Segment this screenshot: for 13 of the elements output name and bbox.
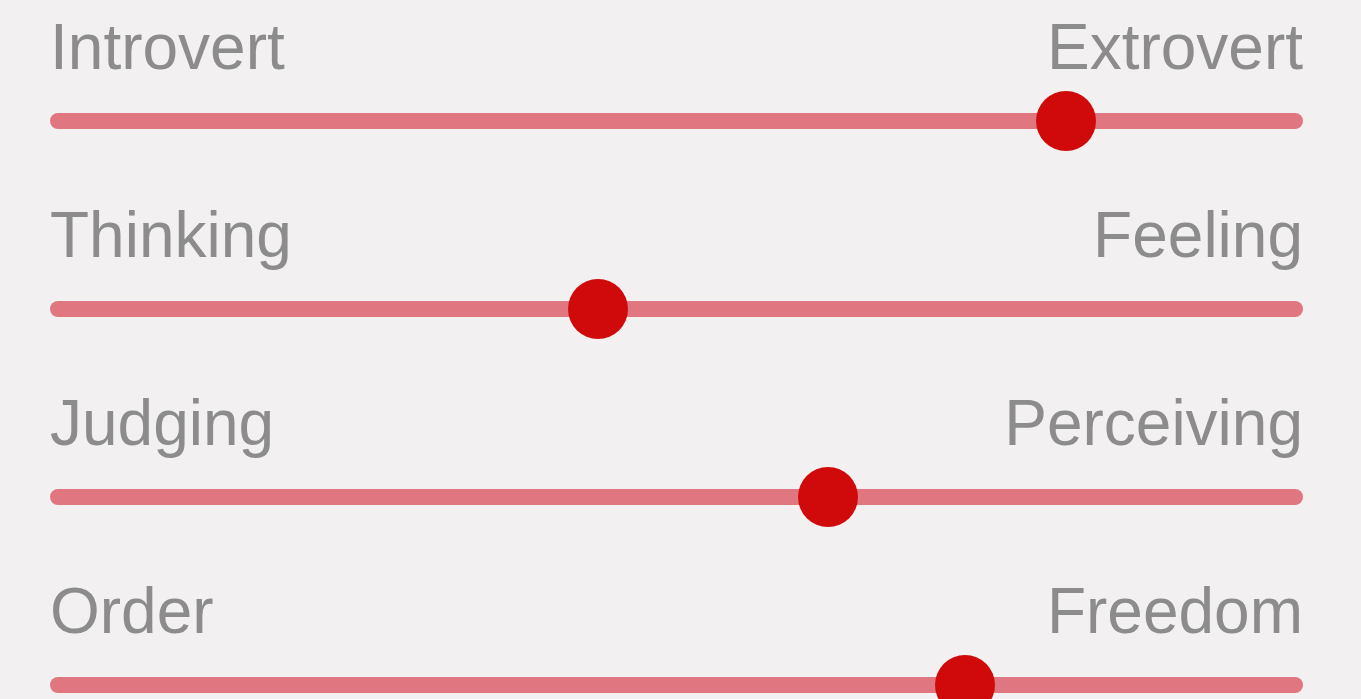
slider[interactable] bbox=[50, 466, 1303, 528]
slider-label: Perceiving bbox=[1004, 386, 1303, 461]
slider-label: Feeling bbox=[1093, 198, 1303, 273]
slider-label: Judging bbox=[50, 386, 275, 461]
slider-thumb[interactable] bbox=[934, 655, 995, 699]
slider-label: Freedom bbox=[1046, 574, 1303, 649]
slider-label: Thinking bbox=[50, 198, 292, 273]
slider-label: Order bbox=[50, 574, 214, 649]
slider-label: Introvert bbox=[50, 10, 285, 85]
slider[interactable] bbox=[50, 278, 1303, 340]
slider[interactable] bbox=[50, 654, 1303, 699]
slider-label: Extrovert bbox=[1046, 10, 1303, 85]
slider[interactable] bbox=[50, 90, 1303, 152]
